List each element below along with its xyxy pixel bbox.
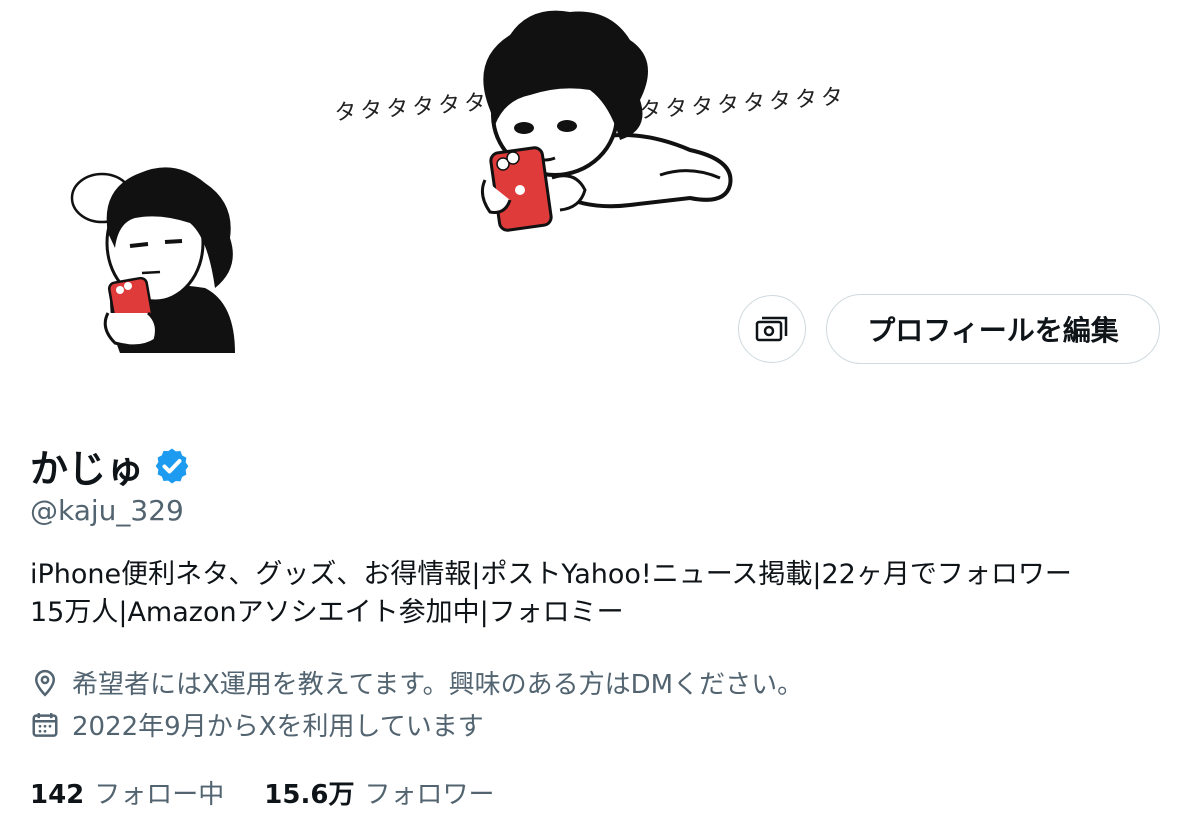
edit-profile-button[interactable]: プロフィールを編集 (826, 294, 1160, 364)
join-date-text: 2022年9月からXを利用しています (72, 712, 484, 742)
banner-right-text: タタタタタタタタ (639, 85, 848, 124)
money-icon (755, 316, 788, 342)
avatar-illustration (70, 167, 235, 353)
location-text: 希望者にはX運用を教えてます。興味のある方はDMください。 (72, 670, 804, 700)
display-name: かじゅ (30, 447, 145, 491)
calendar-icon (32, 712, 58, 737)
profile-handle: @kaju_329 (30, 494, 184, 527)
profile-avatar[interactable] (30, 128, 305, 403)
profile-name-row: かじゅ (30, 438, 192, 493)
followers-link[interactable]: 15.6万 フォロワー (264, 774, 494, 811)
profile-join-date: 2022年9月からXを利用しています (30, 706, 484, 743)
location-pin-icon (34, 669, 56, 697)
following-label: フォロー中 (94, 780, 225, 810)
followers-count: 15.6万 (264, 780, 355, 810)
following-count: 142 (30, 780, 85, 810)
bio-line-2: 15万人|Amazonアソシエイト参加中|フォロミー (30, 597, 624, 628)
tips-button[interactable] (738, 295, 806, 363)
profile-stats: 142 フォロー中 15.6万 フォロワー (30, 774, 534, 811)
verified-badge-icon[interactable] (152, 446, 192, 486)
profile-location: 希望者にはX運用を教えてます。興味のある方はDMください。 (30, 664, 803, 701)
following-link[interactable]: 142 フォロー中 (30, 774, 224, 811)
profile-bio: iPhone便利ネタ、グッズ、お得情報|ポストYahoo!ニュース掲載|22ヶ月… (30, 556, 1170, 632)
bio-line-1: iPhone便利ネタ、グッズ、お得情報|ポストYahoo!ニュース掲載|22ヶ月… (30, 559, 1072, 590)
followers-label: フォロワー (364, 780, 495, 810)
